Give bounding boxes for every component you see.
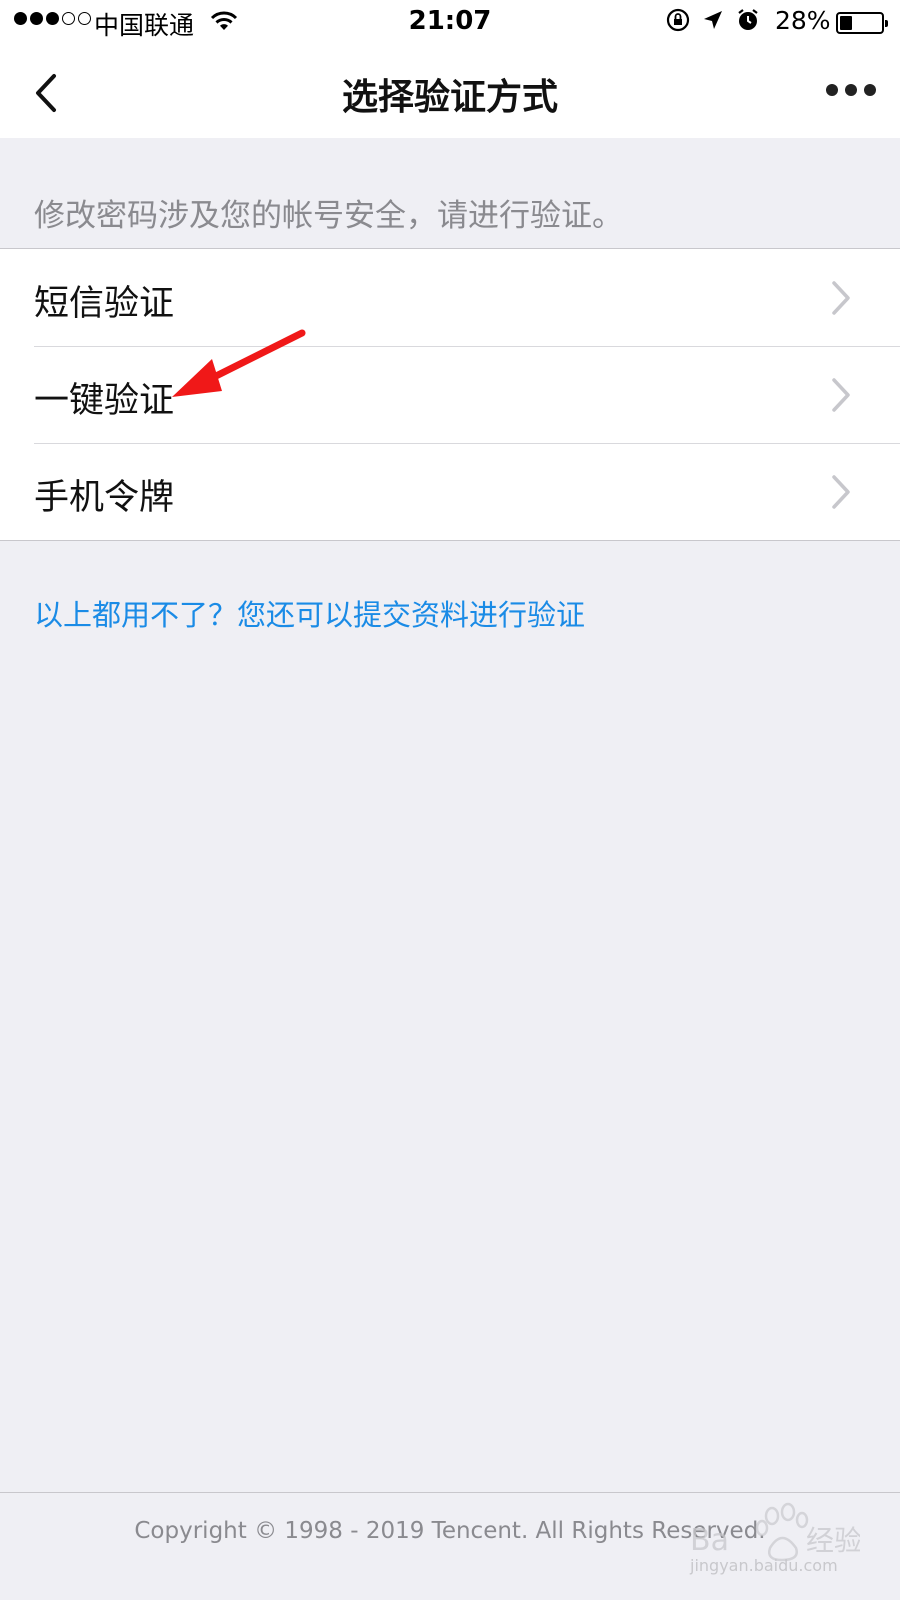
page-title: 选择验证方式 — [341, 77, 558, 118]
verification-method-list: 短信验证 一键验证 手机令牌 — [0, 248, 900, 541]
orientation-lock-icon — [666, 8, 690, 36]
battery-icon — [836, 12, 888, 34]
alarm-icon — [736, 8, 760, 36]
method-label: 一键验证 — [34, 381, 175, 421]
more-button[interactable] — [826, 84, 876, 96]
more-dots-icon — [826, 84, 838, 96]
chevron-right-icon — [832, 378, 850, 412]
method-sms-verification[interactable]: 短信验证 — [0, 249, 900, 346]
method-label: 手机令牌 — [34, 478, 175, 518]
status-bar: 中国联通 21:07 28% — [0, 0, 900, 46]
navigation-bar: 选择验证方式 — [0, 46, 900, 138]
method-one-click-verification[interactable]: 一键验证 — [0, 346, 900, 443]
status-time: 21:07 — [408, 6, 492, 36]
svg-text:经验: 经验 — [806, 1524, 860, 1557]
watermark-url: jingyan.baidu.com — [690, 1556, 838, 1575]
annotation-arrow-icon — [172, 329, 306, 397]
battery-percent: 28% — [775, 6, 831, 35]
method-label: 短信验证 — [34, 284, 175, 324]
security-notice: 修改密码涉及您的帐号安全，请进行验证。 — [34, 198, 623, 234]
submit-materials-link[interactable]: 以上都用不了？您还可以提交资料进行验证 — [34, 592, 585, 634]
location-arrow-icon — [702, 9, 724, 35]
svg-text:Ba: Ba — [690, 1523, 729, 1558]
method-mobile-token[interactable]: 手机令牌 — [0, 443, 900, 540]
chevron-right-icon — [832, 475, 850, 509]
chevron-right-icon — [832, 281, 850, 315]
footer-divider — [0, 1492, 900, 1493]
